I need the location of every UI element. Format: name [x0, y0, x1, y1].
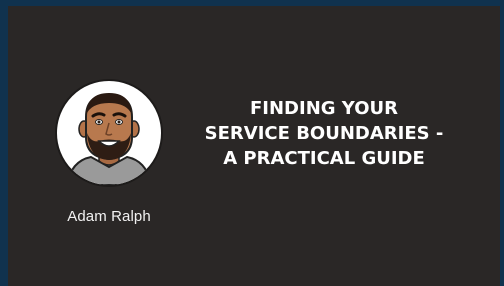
speaker-avatar-icon: [55, 79, 163, 187]
talk-title-line: SERVICE BOUNDARIES -: [204, 123, 444, 144]
talk-title-line: FINDING YOUR: [250, 98, 398, 119]
talk-title-line: A PRACTICAL GUIDE: [223, 148, 425, 169]
talk-title: FINDING YOUR SERVICE BOUNDARIES - A PRAC…: [194, 96, 454, 171]
talk-card: Adam Ralph FINDING YOUR SERVICE BOUNDARI…: [8, 6, 500, 286]
speaker-name: Adam Ralph: [67, 208, 151, 225]
